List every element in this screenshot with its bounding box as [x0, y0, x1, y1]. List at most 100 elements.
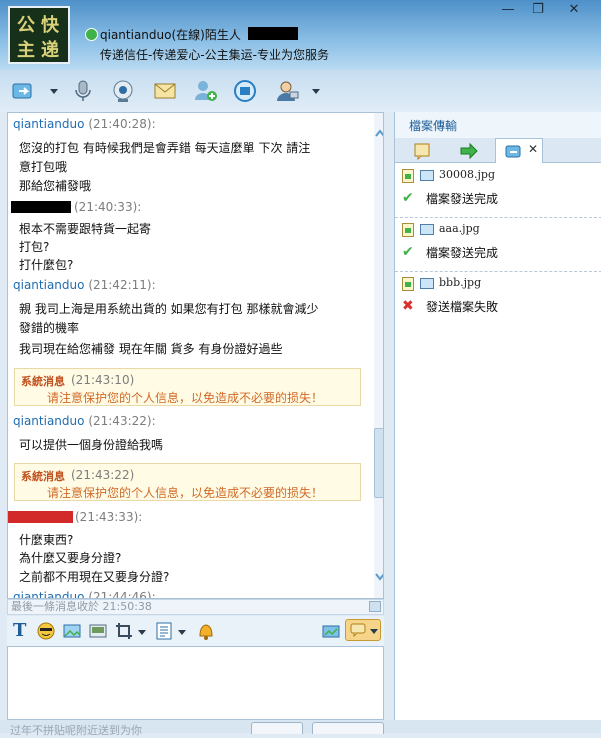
- restore-button[interactable]: ❐: [524, 0, 552, 20]
- message-sender: qiantianduo: [13, 117, 85, 131]
- transfer-file-icon: [505, 145, 521, 158]
- image-icon[interactable]: [63, 622, 81, 643]
- message-time: (21:43:33):: [75, 510, 143, 524]
- message-line: 為什麼又要身分證?: [19, 551, 122, 565]
- message-header: qiantianduo (21:43:22):: [13, 414, 358, 428]
- add-friend-icon[interactable]: [192, 78, 218, 104]
- font-icon[interactable]: T: [13, 620, 26, 641]
- message-header: qiantianduo (21:40:28):: [13, 117, 358, 131]
- scrollbar-thumb[interactable]: [374, 428, 383, 498]
- message-line: 意打包哦: [19, 160, 68, 174]
- message-line: 我司現在給您補發 現在年關 貨多 有身份證好過些: [19, 342, 283, 356]
- tab-notes[interactable]: [405, 141, 441, 161]
- chat-history-icon[interactable]: [155, 622, 173, 643]
- close-button[interactable]: ✕: [560, 0, 588, 20]
- chevron-down-icon[interactable]: [375, 573, 384, 581]
- chevron-down-icon: [370, 629, 378, 634]
- close-tab-icon[interactable]: ✕: [528, 142, 538, 156]
- message-time: (21:40:28):: [88, 117, 156, 131]
- bottom-hint-text: 过年不拼贴呢附近送到为你: [10, 724, 142, 737]
- message-line: 親 我司上海是用系統出貨的 如果您有打包 那樣就會減少: [19, 302, 319, 316]
- checkmark-icon: ✔: [402, 190, 414, 206]
- file-transfer-item[interactable]: bbb.jpg ✖ 發送檔案失敗: [395, 271, 601, 325]
- voice-icon[interactable]: [70, 78, 96, 104]
- system-message: 系統消息 (21:43:10) 请注意保护您的个人信息，以免造成不必要的损失！: [14, 368, 361, 406]
- nudge-bell-icon[interactable]: [196, 621, 216, 644]
- speech-bubble-icon: [350, 623, 366, 637]
- transfer-status: 檔案發送完成: [426, 246, 499, 260]
- system-message: 系統消息 (21:43:22) 请注意保护您的个人信息，以免造成不必要的损失！: [14, 463, 361, 501]
- avatar-char: 公: [17, 15, 35, 36]
- file-icon: [402, 277, 414, 291]
- message-time: (21:40:33):: [74, 200, 142, 214]
- panel-tabs: ✕: [395, 138, 601, 163]
- contact-signature: 传递信任-传递爱心-公主集运-专业为您服务: [100, 48, 329, 62]
- tab-file-transfer[interactable]: ✕: [495, 138, 543, 163]
- send-button[interactable]: [312, 722, 384, 734]
- screen-capture-icon[interactable]: [89, 622, 107, 643]
- collapse-button[interactable]: [369, 601, 381, 612]
- message-header: (21:40:33):: [74, 200, 274, 214]
- panel-title: 檔案傳輸: [409, 119, 458, 133]
- message-line: 您沒的打包 有時候我們是會弄錯 每天這麼單 下次 請注: [19, 141, 311, 155]
- close-chat-button[interactable]: [251, 722, 303, 734]
- checkmark-icon: ✔: [402, 244, 414, 260]
- system-message-title: 系統消息: [21, 470, 65, 483]
- tab-forward[interactable]: [451, 141, 487, 161]
- transfer-status: 發送檔案失敗: [426, 300, 499, 314]
- file-transfer-panel: 檔案傳輸 ✕ 30008.jpg ✔ 檔案發送完成 aaa.jpg ✔ 檔案發送…: [394, 112, 601, 720]
- transfer-file-icon[interactable]: [10, 78, 36, 104]
- file-icon: [402, 169, 414, 183]
- message-time: (21:44:46):: [88, 590, 156, 599]
- contact-name[interactable]: qiantianduo(在線)陌生人: [100, 26, 241, 43]
- avatar-char: 快: [41, 15, 59, 36]
- message-header: qiantianduo (21:44:46):: [13, 590, 358, 599]
- message-header: (21:43:33):: [75, 510, 275, 524]
- system-message-time: (21:43:22): [71, 468, 135, 482]
- message-line: 根本不需要跟特貨一起寄: [19, 222, 152, 236]
- system-message-text: 请注意保护您的个人信息，以免造成不必要的损失！: [47, 391, 324, 405]
- file-transfer-item[interactable]: 30008.jpg ✔ 檔案發送完成: [395, 163, 601, 218]
- input-toolbar: T: [7, 616, 384, 646]
- image-file-icon: [420, 278, 434, 289]
- chat-scrollbar[interactable]: [374, 113, 384, 598]
- file-name: bbb.jpg: [439, 276, 482, 289]
- send-picture-icon[interactable]: [322, 622, 340, 643]
- customer-service-icon[interactable]: [273, 78, 299, 104]
- main-toolbar: [0, 70, 601, 112]
- message-sender: qiantianduo: [13, 414, 85, 428]
- chevron-down-icon[interactable]: [50, 89, 58, 94]
- redacted-block: [248, 27, 298, 40]
- minimize-button[interactable]: —: [494, 0, 522, 20]
- chevron-down-icon[interactable]: [312, 89, 320, 94]
- image-file-icon: [420, 170, 434, 181]
- send-email-icon[interactable]: [152, 78, 178, 104]
- file-name: 30008.jpg: [439, 168, 495, 181]
- redacted-sender: [8, 511, 73, 523]
- message-time: (21:42:11):: [88, 278, 156, 292]
- crop-icon[interactable]: [115, 622, 133, 643]
- emoticon-icon[interactable]: [37, 622, 55, 643]
- chevron-down-icon[interactable]: [178, 630, 186, 635]
- message-line: 發錯的機率: [19, 321, 80, 335]
- system-message-time: (21:43:10): [71, 373, 135, 387]
- message-line: 可以提供一個身份證給我嗎: [19, 438, 164, 452]
- message-time: (21:43:22):: [88, 414, 156, 428]
- contact-avatar[interactable]: 公 快 主 递: [8, 6, 70, 64]
- message-line: 之前都不用現在又要身分證?: [19, 570, 170, 584]
- file-transfer-item[interactable]: aaa.jpg ✔ 檔案發送完成: [395, 217, 601, 272]
- file-name: aaa.jpg: [439, 222, 480, 235]
- video-icon[interactable]: [110, 78, 136, 104]
- chevron-up-icon[interactable]: [375, 129, 384, 137]
- file-transfer-list: 30008.jpg ✔ 檔案發送完成 aaa.jpg ✔ 檔案發送完成 bbb.…: [395, 163, 601, 720]
- avatar-char: 递: [41, 40, 59, 61]
- message-line: 打包?: [19, 240, 50, 254]
- message-line: 打什麼包?: [19, 258, 74, 272]
- remote-assist-icon[interactable]: [232, 78, 258, 104]
- last-received-status: 最後一條消息收於 21:50:38: [7, 599, 384, 615]
- message-line: 那給您補發哦: [19, 179, 92, 193]
- image-file-icon: [420, 224, 434, 235]
- message-input[interactable]: [7, 646, 384, 720]
- message-settings-button[interactable]: [345, 619, 381, 641]
- chevron-down-icon[interactable]: [138, 630, 146, 635]
